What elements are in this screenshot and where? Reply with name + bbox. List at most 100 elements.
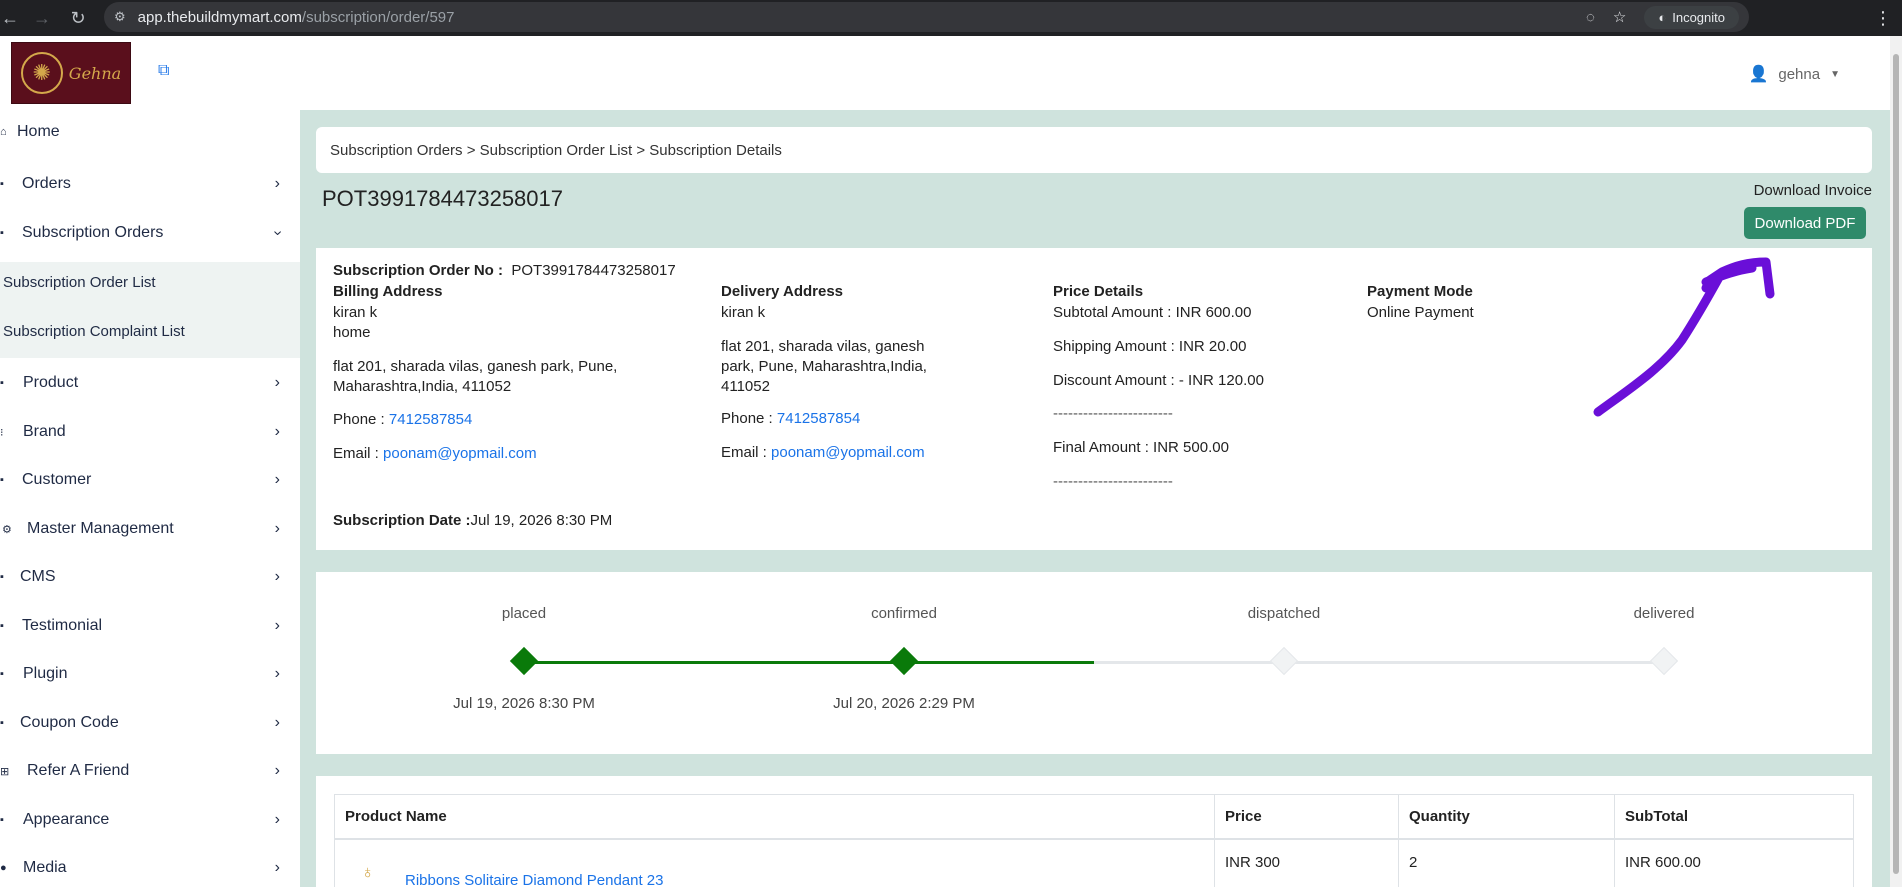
chevron-down-icon: › xyxy=(269,230,287,236)
sidebar-item-refer-a-friend[interactable]: ⊞ Refer A Friend › xyxy=(0,751,300,791)
price-shipping: Shipping Amount : INR 20.00 xyxy=(1053,338,1247,355)
chevron-right-icon: › xyxy=(274,423,280,440)
billing-address-line2: Maharashtra,India, 411052 xyxy=(333,378,512,395)
chevron-right-icon: › xyxy=(274,617,280,634)
sidebar-item-plugin[interactable]: ▪ Plugin › xyxy=(0,654,300,694)
scrollbar-thumb[interactable] xyxy=(1893,54,1899,874)
subscription-icon: ▪ xyxy=(0,227,4,239)
address-bar[interactable]: ⚙ app.thebuildmymart.com/subscription/or… xyxy=(104,2,1749,32)
coupon-icon: ▪ xyxy=(0,717,4,729)
price-final: Final Amount : INR 500.00 xyxy=(1053,439,1229,456)
sidebar-item-media[interactable]: ● Media › xyxy=(0,848,300,887)
user-menu[interactable]: 👤 gehna ▼ xyxy=(1748,64,1840,84)
delivery-email-link[interactable]: poonam@yopmail.com xyxy=(771,444,925,461)
delivery-address-line2: park, Pune, Maharashtra,India, xyxy=(721,358,927,375)
star-icon[interactable]: ☆ xyxy=(1613,8,1626,26)
breadcrumb: Subscription Orders > Subscription Order… xyxy=(316,127,1872,173)
forward-icon[interactable]: → xyxy=(24,0,60,36)
subtotal-cell: INR 600.00 xyxy=(1614,838,1854,887)
sidebar-item-master-management[interactable]: ⚙ Master Management › xyxy=(0,509,300,549)
sidebar-item-home[interactable]: ⌂ Home xyxy=(0,112,300,152)
download-pdf-button[interactable]: Download PDF xyxy=(1744,207,1866,239)
appearance-icon: ▪ xyxy=(0,814,4,826)
table-row: ♁ Ribbons Solitaire Diamond Pendant 23 I… xyxy=(334,838,1854,887)
url-text: app.thebuildmymart.com/subscription/orde… xyxy=(137,8,455,26)
sidebar-item-product[interactable]: ▪ Product › xyxy=(0,363,300,403)
user-icon: 👤 xyxy=(1748,66,1769,83)
sidebar-item-customer[interactable]: ▪ Customer › xyxy=(0,460,300,500)
delivery-name: kiran k xyxy=(721,304,766,321)
main-content: Subscription Orders > Subscription Order… xyxy=(300,110,1890,887)
logo-emblem-icon: ✺ xyxy=(20,52,63,94)
sidebar-item-cms[interactable]: ▪ CMS › xyxy=(0,557,300,597)
download-invoice-label: Download Invoice xyxy=(1753,182,1872,199)
sidebar-item-subscription-orders[interactable]: ▪ Subscription Orders › xyxy=(0,213,300,253)
sidebar-item-coupon-code[interactable]: ▪ Coupon Code › xyxy=(0,703,300,743)
products-table: Product Name Price Quantity SubTotal ♁ R… xyxy=(334,794,1854,887)
delivery-address-line1: flat 201, sharada vilas, ganesh xyxy=(721,338,925,355)
cms-icon: ▪ xyxy=(0,571,4,583)
brand-logo[interactable]: ✺ Gehna xyxy=(11,42,131,104)
chevron-right-icon: › xyxy=(274,175,280,192)
billing-phone-link[interactable]: 7412587854 xyxy=(389,411,472,428)
sidebar-item-appearance[interactable]: ▪ Appearance › xyxy=(0,800,300,840)
page-title: POT3991784473258017 xyxy=(322,186,563,211)
delivery-email: Email : poonam@yopmail.com xyxy=(721,444,925,461)
testimonial-icon: ▪ xyxy=(0,620,4,632)
column-header: Quantity xyxy=(1398,794,1615,840)
order-status-tracker: placed confirmed dispatched delivered Ju… xyxy=(316,572,1872,754)
column-header: SubTotal xyxy=(1614,794,1854,840)
sidebar-item-testimonial[interactable]: ▪ Testimonial › xyxy=(0,606,300,646)
tracker-step-marker-confirmed xyxy=(889,646,919,676)
sidebar: Subscription Order List Subscription Com… xyxy=(0,110,300,887)
products-table-card: Product Name Price Quantity SubTotal ♁ R… xyxy=(316,776,1872,887)
billing-email: Email : poonam@yopmail.com xyxy=(333,445,537,462)
chevron-right-icon: › xyxy=(274,811,280,828)
price-cell: INR 300 xyxy=(1214,838,1399,887)
incognito-badge[interactable]: ◐ Incognito xyxy=(1644,5,1739,29)
sidebar-subitem-complaint-list[interactable]: Subscription Complaint List xyxy=(3,323,185,340)
product-icon: ▪ xyxy=(0,377,4,389)
billing-email-link[interactable]: poonam@yopmail.com xyxy=(383,445,537,462)
subscription-submenu: Subscription Order List Subscription Com… xyxy=(0,262,300,358)
chevron-right-icon: › xyxy=(274,568,280,585)
brand-icon: ⁝ xyxy=(0,426,4,439)
delivery-phone-link[interactable]: 7412587854 xyxy=(777,410,860,427)
chevron-right-icon: › xyxy=(274,665,280,682)
delivery-phone: Phone : 7412587854 xyxy=(721,410,861,427)
product-name-link[interactable]: Ribbons Solitaire Diamond Pendant 23 xyxy=(405,872,664,887)
sidebar-subitem-order-list[interactable]: Subscription Order List xyxy=(3,274,156,291)
app-header: ✺ Gehna ⧉ 👤 gehna ▼ xyxy=(0,36,1890,110)
order-no-row: Subscription Order No : POT3991784473258… xyxy=(333,262,676,279)
tracker-step-label: placed xyxy=(501,605,547,622)
payment-mode: Online Payment xyxy=(1367,304,1474,321)
orders-icon: ▪ xyxy=(0,178,4,190)
gear-icon: ⚙ xyxy=(2,523,12,536)
billing-type: home xyxy=(333,324,371,341)
user-name: gehna xyxy=(1778,65,1821,83)
sidebar-item-brand[interactable]: ⁝ Brand › xyxy=(0,412,300,452)
media-icon: ● xyxy=(0,862,7,874)
tracker-step-date: Jul 20, 2026 2:29 PM xyxy=(833,695,975,712)
column-header: Product Name xyxy=(334,794,1215,840)
caret-down-icon: ▼ xyxy=(1830,68,1840,80)
column-header: Price xyxy=(1214,794,1399,840)
page-scrollbar[interactable] xyxy=(1890,36,1902,887)
external-link-icon[interactable]: ⧉ xyxy=(158,62,169,80)
chevron-right-icon: › xyxy=(274,714,280,731)
product-thumbnail-icon: ♁ xyxy=(361,861,375,882)
menu-icon[interactable]: ⋮ xyxy=(1874,8,1892,29)
eye-off-icon[interactable]: ◌ xyxy=(1586,9,1595,26)
price-subtotal: Subtotal Amount : INR 600.00 xyxy=(1053,304,1252,321)
price-separator: ------------------------ xyxy=(1053,405,1173,422)
billing-name: kiran k xyxy=(333,304,378,321)
tracker-pending-line xyxy=(1094,661,1664,664)
tracker-step-date: Jul 19, 2026 8:30 PM xyxy=(453,695,595,712)
price-heading: Price Details xyxy=(1053,283,1144,300)
sidebar-item-orders[interactable]: ▪ Orders › xyxy=(0,164,300,204)
tracker-step-label: delivered xyxy=(1633,605,1695,622)
browser-toolbar: ← → ↻ ⚙ app.thebuildmymart.com/subscript… xyxy=(0,0,1902,36)
site-settings-icon[interactable]: ⚙ xyxy=(114,9,126,25)
reload-icon[interactable]: ↻ xyxy=(60,0,96,36)
order-details-card: Subscription Order No : POT3991784473258… xyxy=(316,248,1872,550)
